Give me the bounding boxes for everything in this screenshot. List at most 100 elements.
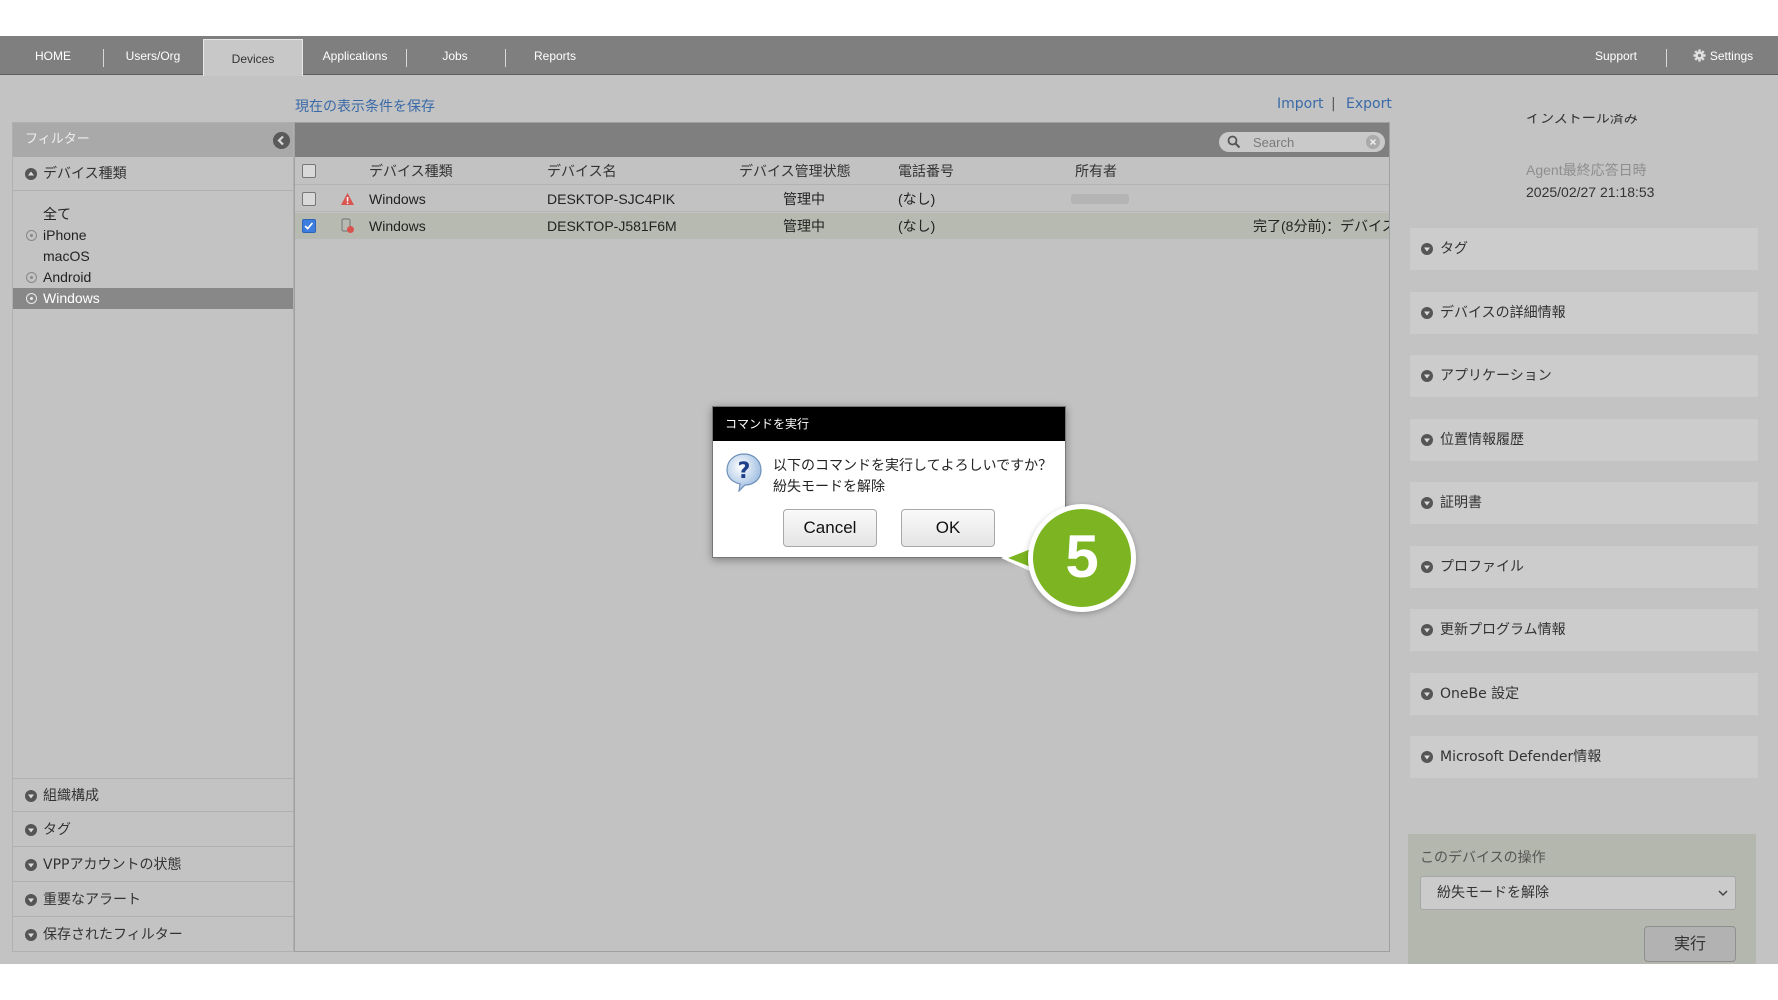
tab-reports[interactable]: Reports xyxy=(510,36,600,75)
device-type-label: デバイス種類 xyxy=(43,166,127,182)
filter-item-label: Windows xyxy=(43,290,100,306)
run-button[interactable]: 実行 xyxy=(1644,926,1736,962)
filter-item-iphone[interactable]: iPhone xyxy=(13,225,293,246)
section-label: 証明書 xyxy=(1440,495,1482,511)
detail-section-certificate[interactable]: 証明書 xyxy=(1410,482,1758,524)
table-row[interactable]: Windows DESKTOP-J581F6M 管理中 (なし) 完了(8分前)… xyxy=(295,213,1389,239)
filter-item-all[interactable]: 全て xyxy=(13,204,293,225)
radio-icon xyxy=(26,230,37,241)
expanded-icon xyxy=(25,168,37,180)
top-nav: HOME Users/Org Devices Applications Jobs… xyxy=(0,36,1778,76)
search-box[interactable] xyxy=(1219,132,1385,152)
collapsed-icon xyxy=(25,790,37,802)
col-phone[interactable]: 電話番号 xyxy=(898,157,954,185)
detail-section-tag[interactable]: タグ xyxy=(1410,228,1758,270)
cell-device-type: Windows xyxy=(369,191,426,207)
table-toolbar xyxy=(295,123,1389,157)
cell-job-status: 完了(8分前)：デバイス xyxy=(1253,218,1389,234)
owner-redacted xyxy=(1071,194,1129,204)
export-link[interactable]: Export xyxy=(1346,96,1392,112)
warning-icon xyxy=(341,193,354,205)
section-label: 位置情報履歴 xyxy=(1440,432,1524,448)
section-label: デバイスの詳細情報 xyxy=(1440,305,1566,321)
collapsed-icon xyxy=(1421,751,1433,763)
collapsed-icon xyxy=(1421,307,1433,319)
filter-item-android[interactable]: Android xyxy=(13,267,293,288)
confirm-dialog: コマンドを実行 ? 以下のコマンドを実行してよろしいですか？ 紛失モードを解除 … xyxy=(712,406,1066,558)
question-icon: ? xyxy=(726,453,762,492)
detail-section-location[interactable]: 位置情報履歴 xyxy=(1410,419,1758,461)
section-label: OneBe 設定 xyxy=(1440,686,1520,702)
saved-filter-section[interactable]: 保存されたフィルター xyxy=(13,918,293,952)
support-link[interactable]: Support xyxy=(1566,36,1666,75)
import-link[interactable]: Import xyxy=(1277,96,1323,112)
cell-device-name: DESKTOP-J581F6M xyxy=(547,218,677,234)
agent-label: Agent最終応答日時 xyxy=(1526,162,1647,178)
vpp-section[interactable]: VPPアカウントの状態 xyxy=(13,848,293,882)
collapsed-icon xyxy=(25,929,37,941)
install-status: インストール済み xyxy=(1526,114,1638,130)
filter-title: フィルター xyxy=(25,132,90,147)
col-management-status[interactable]: デバイス管理状態 xyxy=(739,157,851,185)
detail-section-onebe[interactable]: OneBe 設定 xyxy=(1410,673,1758,715)
collapsed-icon xyxy=(1421,688,1433,700)
collapsed-icon xyxy=(1421,243,1433,255)
cancel-button[interactable]: Cancel xyxy=(783,509,877,547)
filter-item-macos[interactable]: macOS xyxy=(13,246,293,267)
filter-item-label: 全て xyxy=(43,206,71,222)
tag-section[interactable]: タグ xyxy=(13,813,293,847)
row-checkbox[interactable] xyxy=(302,219,316,233)
collapsed-icon xyxy=(25,894,37,906)
agent-value: 2025/02/27 21:18:53 xyxy=(1526,184,1655,200)
collapsed-icon xyxy=(1421,497,1433,509)
org-section[interactable]: 組織構成 xyxy=(13,778,293,812)
collapsed-icon xyxy=(1421,624,1433,636)
section-label: 組織構成 xyxy=(43,788,99,804)
detail-section-defender[interactable]: Microsoft Defender情報 xyxy=(1410,736,1758,778)
filter-item-windows[interactable]: Windows xyxy=(13,288,293,309)
nav-separator xyxy=(103,49,104,67)
clear-icon[interactable] xyxy=(1366,135,1380,149)
filter-header: フィルター xyxy=(13,123,293,157)
select-all-checkbox[interactable] xyxy=(302,164,316,178)
detail-section-applications[interactable]: アプリケーション xyxy=(1410,355,1758,397)
col-owner[interactable]: 所有者 xyxy=(1075,157,1117,185)
ok-button[interactable]: OK xyxy=(901,509,995,547)
tab-applications[interactable]: Applications xyxy=(308,36,402,75)
search-icon xyxy=(1227,135,1241,149)
tab-devices[interactable]: Devices xyxy=(203,39,303,76)
detail-section-updates[interactable]: 更新プログラム情報 xyxy=(1410,609,1758,651)
table-row[interactable]: Windows DESKTOP-SJC4PIK 管理中 (なし) xyxy=(295,186,1389,212)
collapsed-icon xyxy=(25,859,37,871)
detail-section-device-info[interactable]: デバイスの詳細情報 xyxy=(1410,292,1758,334)
col-device-name[interactable]: デバイス名 xyxy=(547,157,617,185)
cell-device-name: DESKTOP-SJC4PIK xyxy=(547,191,676,207)
row-checkbox[interactable] xyxy=(302,192,316,206)
operation-select[interactable]: 紛失モードを解除 xyxy=(1420,876,1736,910)
radio-icon xyxy=(26,293,37,304)
dialog-title: コマンドを実行 xyxy=(713,407,1065,441)
filter-item-label: macOS xyxy=(43,248,90,264)
svg-text:?: ? xyxy=(738,459,751,484)
collapsed-icon xyxy=(25,824,37,836)
col-device-type[interactable]: デバイス種類 xyxy=(369,157,453,185)
section-label: 重要なアラート xyxy=(43,892,141,908)
section-label: VPPアカウントの状態 xyxy=(43,857,182,873)
filter-sidebar: フィルター デバイス種類 全て iPhone macOS Android Win… xyxy=(12,122,294,952)
tab-jobs[interactable]: Jobs xyxy=(410,36,500,75)
detail-section-profile[interactable]: プロファイル xyxy=(1410,546,1758,588)
save-view-link[interactable]: 現在の表示条件を保存 xyxy=(295,96,435,116)
settings-link[interactable]: Settings xyxy=(1678,36,1768,75)
collapse-icon[interactable] xyxy=(273,132,290,149)
device-operations: このデバイスの操作 紛失モードを解除 実行 xyxy=(1408,834,1756,964)
collapsed-icon xyxy=(1421,370,1433,382)
alert-section[interactable]: 重要なアラート xyxy=(13,883,293,917)
device-type-section[interactable]: デバイス種類 xyxy=(13,157,293,191)
tab-home[interactable]: HOME xyxy=(8,36,98,75)
nav-separator xyxy=(406,49,407,67)
tab-users-org[interactable]: Users/Org xyxy=(108,36,198,75)
gear-icon xyxy=(1693,49,1706,62)
collapsed-icon xyxy=(1421,561,1433,573)
search-input[interactable] xyxy=(1253,133,1363,151)
link-separator: | xyxy=(1331,96,1336,112)
